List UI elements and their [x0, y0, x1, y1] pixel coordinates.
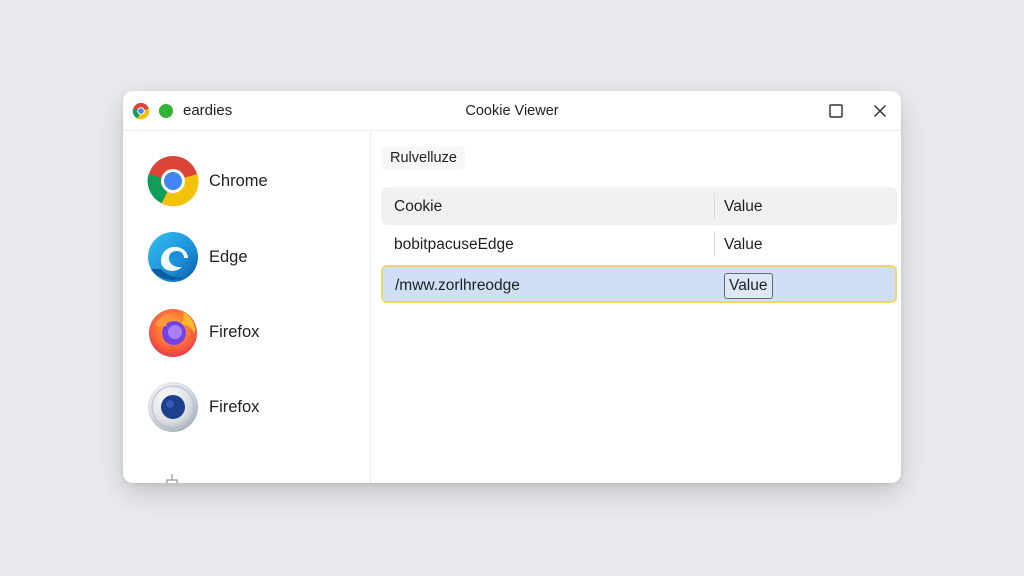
close-icon — [873, 104, 887, 118]
table-row-selected[interactable]: /mww.zorlhreodge Value — [381, 265, 897, 303]
cookie-name-cell: bobitpacuseEdge — [394, 236, 514, 253]
cookie-panel: Rulvelluze Cookie Value bobitpacuseEdge … — [372, 132, 901, 483]
edge-logo-icon — [148, 232, 198, 282]
column-divider — [714, 231, 715, 257]
window-title: Cookie Viewer — [465, 103, 559, 119]
blue-globe-logo-icon — [148, 382, 198, 432]
sidebar-item-firefox-2[interactable]: Firefox — [147, 380, 259, 434]
cookie-table: Cookie Value bobitpacuseEdge Value /mww.… — [381, 187, 897, 303]
close-button[interactable] — [867, 99, 893, 123]
column-header-cookie[interactable]: Cookie — [394, 198, 442, 216]
sidebar-item-label: Chrome — [209, 171, 268, 190]
firefox-logo-icon — [149, 309, 197, 357]
table-header: Cookie Value — [381, 187, 897, 225]
sidebar-item-label: Edge — [209, 247, 248, 266]
table-row[interactable]: bobitpacuseEdge Value — [381, 225, 897, 263]
filter-label[interactable]: Rulvelluze — [382, 146, 465, 170]
sidebar-item-label: Firefox — [209, 397, 260, 416]
title-bar: eardies Cookie Viewer — [123, 91, 901, 131]
tray-icon — [166, 474, 178, 483]
column-header-value[interactable]: Value — [724, 198, 763, 216]
cookie-viewer-window: eardies Cookie Viewer Chrome Edge Firefo… — [123, 91, 901, 483]
cookie-value-cell-editing[interactable]: Value — [724, 273, 773, 299]
chrome-logo-icon — [147, 156, 199, 207]
cookie-name-cell: /mww.zorlhreodge — [395, 277, 520, 294]
column-divider[interactable] — [714, 193, 715, 219]
cookie-value-cell: Value — [724, 236, 763, 253]
sidebar-item-label: Firefox — [209, 322, 260, 341]
maximize-button[interactable] — [823, 99, 849, 123]
maximize-icon — [829, 104, 843, 118]
sidebar-item-edge[interactable]: Edge — [147, 230, 248, 284]
browser-sidebar: Chrome Edge Firefox Firefox — [123, 132, 371, 483]
sidebar-item-firefox[interactable]: Firefox — [147, 305, 259, 359]
sidebar-item-chrome[interactable]: Chrome — [147, 154, 268, 208]
